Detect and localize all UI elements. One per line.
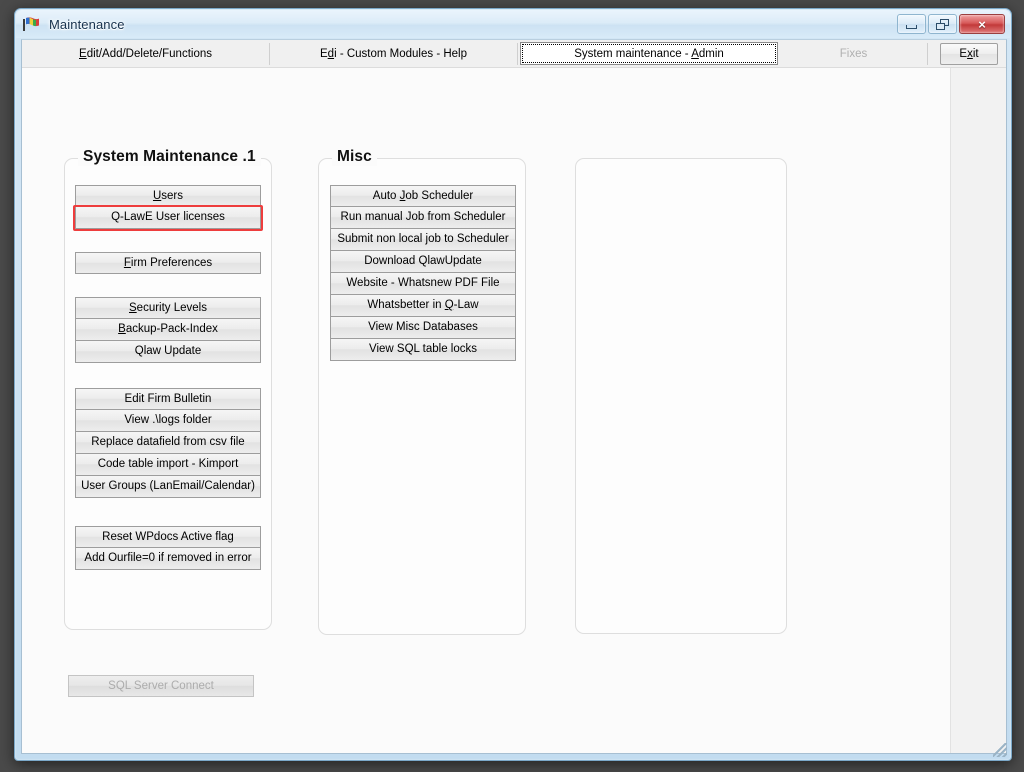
tab-label: Edi - Custom Modules - Help bbox=[319, 47, 467, 60]
website-whatsnew-pdf-button[interactable]: Website - Whatsnew PDF File bbox=[330, 273, 516, 295]
minimize-button[interactable] bbox=[897, 14, 926, 34]
close-button[interactable]: × bbox=[959, 14, 1005, 34]
misc-button-group: Auto Job Scheduler Run manual Job from S… bbox=[330, 185, 516, 361]
misc-groupbox: Misc Auto Job Scheduler Run manual Job f… bbox=[318, 148, 526, 635]
tab-label: Fixes bbox=[839, 47, 868, 60]
restore-button[interactable] bbox=[928, 14, 957, 34]
run-manual-job-button[interactable]: Run manual Job from Scheduler bbox=[330, 207, 516, 229]
users-button[interactable]: Users bbox=[75, 185, 261, 207]
submit-non-local-job-button[interactable]: Submit non local job to Scheduler bbox=[330, 229, 516, 251]
auto-job-scheduler-button[interactable]: Auto Job Scheduler bbox=[330, 185, 516, 207]
button-group-fixups: Reset WPdocs Active flag Add Ourfile=0 i… bbox=[75, 526, 261, 570]
view-logs-folder-button[interactable]: View .\logs folder bbox=[75, 410, 261, 432]
close-icon: × bbox=[978, 16, 986, 32]
sql-server-connect-button[interactable]: SQL Server Connect bbox=[68, 675, 254, 697]
tab-fixes[interactable]: Fixes bbox=[780, 42, 928, 65]
system-maintenance-title: System Maintenance .1 bbox=[78, 148, 261, 166]
button-group-tools: Edit Firm Bulletin View .\logs folder Re… bbox=[75, 388, 261, 498]
view-sql-table-locks-button[interactable]: View SQL table locks bbox=[330, 339, 516, 361]
button-group-users: Users Q-LawE User licenses bbox=[75, 185, 261, 229]
title-bar: Maintenance × bbox=[15, 9, 1011, 39]
windows-flag-icon bbox=[23, 16, 40, 32]
reset-wpdocs-active-flag-button[interactable]: Reset WPdocs Active flag bbox=[75, 526, 261, 548]
tab-label: EEdit/Add/Delete/Functionsdit/Add/Delete… bbox=[79, 47, 212, 60]
button-group-security: Security Levels Backup-Pack-Index Qlaw U… bbox=[75, 297, 261, 363]
security-levels-button[interactable]: Security Levels bbox=[75, 297, 261, 319]
application-window: Maintenance × EEdit/Add/Delete/Functions… bbox=[14, 8, 1012, 761]
tab-strip: EEdit/Add/Delete/Functionsdit/Add/Delete… bbox=[22, 40, 1006, 68]
button-group-preferences: Firm Preferences bbox=[75, 252, 261, 274]
resize-grip[interactable] bbox=[993, 743, 1007, 757]
code-table-import-kimport-button[interactable]: Code table import - Kimport bbox=[75, 454, 261, 476]
edit-firm-bulletin-button[interactable]: Edit Firm Bulletin bbox=[75, 388, 261, 410]
replace-datafield-from-csv-button[interactable]: Replace datafield from csv file bbox=[75, 432, 261, 454]
window-controls: × bbox=[897, 14, 1011, 34]
status-strip bbox=[21, 744, 1005, 758]
whatsbetter-in-qlaw-button[interactable]: Whatsbetter in Q-Law bbox=[330, 295, 516, 317]
view-misc-databases-button[interactable]: View Misc Databases bbox=[330, 317, 516, 339]
exit-button-label: Exit bbox=[959, 47, 979, 60]
empty-groupbox bbox=[575, 158, 787, 634]
window-title: Maintenance bbox=[49, 16, 125, 32]
tab-custom-modules-help[interactable]: Edi - Custom Modules - Help bbox=[270, 42, 518, 65]
backup-pack-index-button[interactable]: Backup-Pack-Index bbox=[75, 319, 261, 341]
content-canvas: System Maintenance .1 Users Q-LawE User … bbox=[22, 68, 1006, 753]
tab-system-maintenance-admin[interactable]: System maintenance - Admin bbox=[520, 42, 778, 65]
add-ourfile-zero-button[interactable]: Add Ourfile=0 if removed in error bbox=[75, 548, 261, 570]
tab-label: System maintenance - Admin bbox=[574, 47, 724, 60]
exit-button[interactable]: Exit bbox=[940, 42, 998, 65]
right-side-pane bbox=[951, 68, 1006, 753]
client-area: EEdit/Add/Delete/Functionsdit/Add/Delete… bbox=[21, 39, 1007, 754]
user-groups-button[interactable]: User Groups (LanEmail/Calendar) bbox=[75, 476, 261, 498]
qlaw-update-button[interactable]: Qlaw Update bbox=[75, 341, 261, 363]
misc-title: Misc bbox=[332, 148, 377, 166]
restore-icon bbox=[936, 18, 949, 30]
qlawe-user-licenses-button[interactable]: Q-LawE User licenses bbox=[75, 207, 261, 229]
minimize-icon bbox=[906, 24, 917, 29]
tab-edit-add-delete-functions[interactable]: EEdit/Add/Delete/Functionsdit/Add/Delete… bbox=[22, 42, 270, 65]
system-maintenance-groupbox: System Maintenance .1 Users Q-LawE User … bbox=[64, 148, 272, 630]
firm-preferences-button[interactable]: Firm Preferences bbox=[75, 252, 261, 274]
download-qlawupdate-button[interactable]: Download QlawUpdate bbox=[330, 251, 516, 273]
